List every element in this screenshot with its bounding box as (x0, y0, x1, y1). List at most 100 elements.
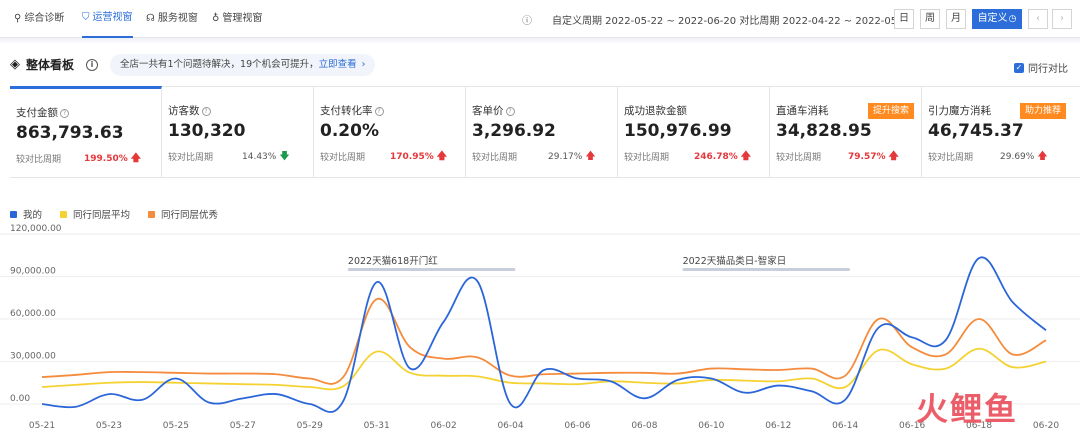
chart-grid (0, 233, 1080, 405)
kpi-card-ztc-spend[interactable]: 直通车消耗 提升搜索 34,828.95 较对比周期 79.57% 🡅 (770, 87, 922, 177)
x-tick-label: 06-04 (497, 421, 523, 431)
arrow-up-icon: 🡅 (1037, 151, 1048, 162)
kpi-value: 150,976.99 (624, 121, 732, 141)
legend-swatch (148, 210, 156, 218)
kpi-value: 0.20% (320, 121, 379, 141)
kpi-compare-label: 较对比周期 (16, 155, 62, 165)
x-tick-label: 06-08 (631, 421, 657, 431)
chart-legend: 我的 同行同层平均 同行同层优秀 (10, 207, 218, 221)
kpi-value: 3,296.92 (472, 121, 556, 141)
chevron-right-icon: › (361, 59, 366, 70)
notice-banner[interactable]: 全店一共有1个问题待解决，19个机会可提升，立即查看 › (110, 54, 376, 76)
kpi-card-refund[interactable]: 成功退款金额 150,976.99 较对比周期 246.78% 🡅 (618, 87, 770, 177)
x-axis-ticks: 05-21 05-23 05-25 05-27 05-29 05-31 06-02 06-04… (29, 421, 1059, 431)
x-tick-label: 06-20 (1033, 421, 1059, 431)
x-tick-label: 06-06 (564, 421, 590, 431)
kpi-card-visitors[interactable]: 访客数? 130,320 较对比周期 14.43% 🡇 (162, 87, 314, 177)
view-now-link[interactable]: 立即查看 (319, 59, 357, 70)
month-button[interactable]: 月 (946, 9, 966, 29)
kpi-compare-label: 较对比周期 (168, 153, 214, 163)
kpi-value: 34,828.95 (776, 121, 872, 141)
kpi-compare-label: 较对比周期 (472, 153, 518, 163)
kpi-card-payment[interactable]: 支付金额? 863,793.63 较对比周期 199.50% 🡅 (10, 86, 162, 178)
kpi-compare-label: 较对比周期 (624, 153, 670, 163)
tab-diagnosis[interactable]: ⚲ 综合诊断 (14, 0, 64, 38)
x-tick-label: 05-25 (163, 421, 189, 431)
legend-item-peer-avg[interactable]: 同行同层平均 (60, 207, 130, 221)
y-tick-label: 0.00 (10, 394, 30, 404)
tab-management[interactable]: ♁ 管理视窗 (212, 0, 262, 38)
arrow-up-icon: 🡅 (436, 151, 448, 162)
kpi-change: 246.78% 🡅 (694, 149, 751, 166)
chart-annotations: 2022天猫618开门红 2022天猫品类日-智家日 (347, 255, 850, 271)
chart-series (41, 256, 1047, 413)
info-icon[interactable]: ⓘ (522, 12, 532, 27)
kpi-card-avg-order[interactable]: 客单价? 3,296.92 较对比周期 29.17% 🡅 (466, 87, 618, 177)
arrow-up-icon: 🡅 (130, 153, 142, 164)
x-tick-label: 05-29 (297, 421, 323, 431)
watermark-logo: 火鲤鱼 (916, 390, 1019, 428)
prev-button[interactable]: ‹ (1028, 9, 1048, 29)
y-tick-label: 60,000.00 (10, 309, 56, 319)
nav-shadow (0, 38, 1080, 44)
x-tick-label: 06-14 (832, 421, 858, 431)
layers-icon: ◈ (10, 57, 20, 72)
kpi-compare-label: 较对比周期 (928, 153, 974, 163)
x-tick-label: 05-21 (29, 421, 55, 431)
legend-item-peer-top[interactable]: 同行同层优秀 (148, 207, 218, 221)
arrow-down-icon: 🡇 (279, 151, 290, 162)
x-tick-label: 05-27 (230, 421, 256, 431)
help-icon[interactable]: ? (505, 107, 515, 116)
kpi-change: 29.69% 🡅 (1000, 149, 1048, 166)
kpi-change: 170.95% 🡅 (390, 149, 447, 166)
x-tick-label: 06-10 (698, 421, 724, 431)
next-button[interactable]: › (1052, 9, 1072, 29)
day-button[interactable]: 日 (894, 9, 914, 29)
y-tick-label: 90,000.00 (10, 267, 56, 277)
series-line-2 (41, 298, 1047, 385)
custom-button[interactable]: 自定义◷ (972, 9, 1022, 29)
kpi-change: 14.43% 🡇 (242, 149, 290, 166)
legend-swatch (10, 210, 17, 218)
boost-search-badge[interactable]: 提升搜索 (868, 103, 915, 119)
help-icon[interactable]: ? (60, 109, 69, 118)
info-icon[interactable]: i (86, 58, 99, 71)
tab-service[interactable]: ☊ 服务视窗 (146, 0, 198, 38)
x-tick-label: 05-31 (364, 421, 390, 431)
y-tick-label: 120,000.00 (10, 224, 62, 234)
legend-swatch (60, 210, 68, 218)
boost-recommend-badge[interactable]: 助力推荐 (1020, 103, 1067, 119)
x-tick-label: 06-02 (431, 421, 457, 431)
medal-icon: ♁ (212, 13, 220, 24)
arrow-up-icon: 🡅 (585, 151, 596, 162)
arrow-up-icon: 🡅 (740, 151, 752, 162)
kpi-value: 130,320 (168, 121, 246, 141)
kpi-card-conversion[interactable]: 支付转化率? 0.20% 较对比周期 170.95% 🡅 (314, 87, 466, 177)
x-tick-label: 06-12 (765, 421, 791, 431)
arrow-up-icon: 🡅 (888, 151, 899, 162)
top-nav: ⚲ 综合诊断 ⛉ 运营视窗 ☊ 服务视窗 ♁ 管理视窗 ⓘ 自定义周期 2022… (0, 0, 1080, 38)
annotation-label: 2022天猫品类日-智家日 (683, 255, 787, 267)
help-icon[interactable]: ? (201, 107, 211, 116)
period-text: 自定义周期 2022-05-22 ~ 2022-06-20 对比周期 2022-… (552, 16, 914, 27)
headset-icon: ☊ (146, 13, 155, 24)
kpi-change: 79.57% 🡅 (848, 149, 899, 166)
board-title: 整体看板 (26, 58, 75, 72)
week-button[interactable]: 周 (920, 9, 940, 29)
diagnosis-icon: ⚲ (14, 13, 22, 24)
kpi-cards: 支付金额? 863,793.63 较对比周期 199.50% 🡅 访客数? 130… (10, 86, 1080, 178)
tab-operations[interactable]: ⛉ 运营视窗 (82, 0, 133, 38)
legend-item-mine[interactable]: 我的 (10, 207, 42, 221)
peer-compare-toggle[interactable]: ✓ 同行对比 (1014, 60, 1068, 75)
annotation-bar (682, 268, 850, 271)
help-icon[interactable]: ? (374, 107, 384, 116)
annotation-bar (347, 268, 516, 271)
x-tick-label: 05-23 (96, 421, 122, 431)
kpi-change: 199.50% 🡅 (84, 151, 141, 168)
kpi-value: 46,745.37 (928, 121, 1024, 141)
clock-icon: ◷ (1008, 14, 1017, 24)
y-tick-label: 30,000.00 (10, 352, 56, 362)
checkbox-checked-icon[interactable]: ✓ (1014, 62, 1024, 73)
board-header: ◈ 整体看板 i (10, 56, 99, 73)
kpi-card-ylmf-spend[interactable]: 引力魔方消耗 助力推荐 46,745.37 较对比周期 29.69% 🡅 (922, 87, 1080, 177)
